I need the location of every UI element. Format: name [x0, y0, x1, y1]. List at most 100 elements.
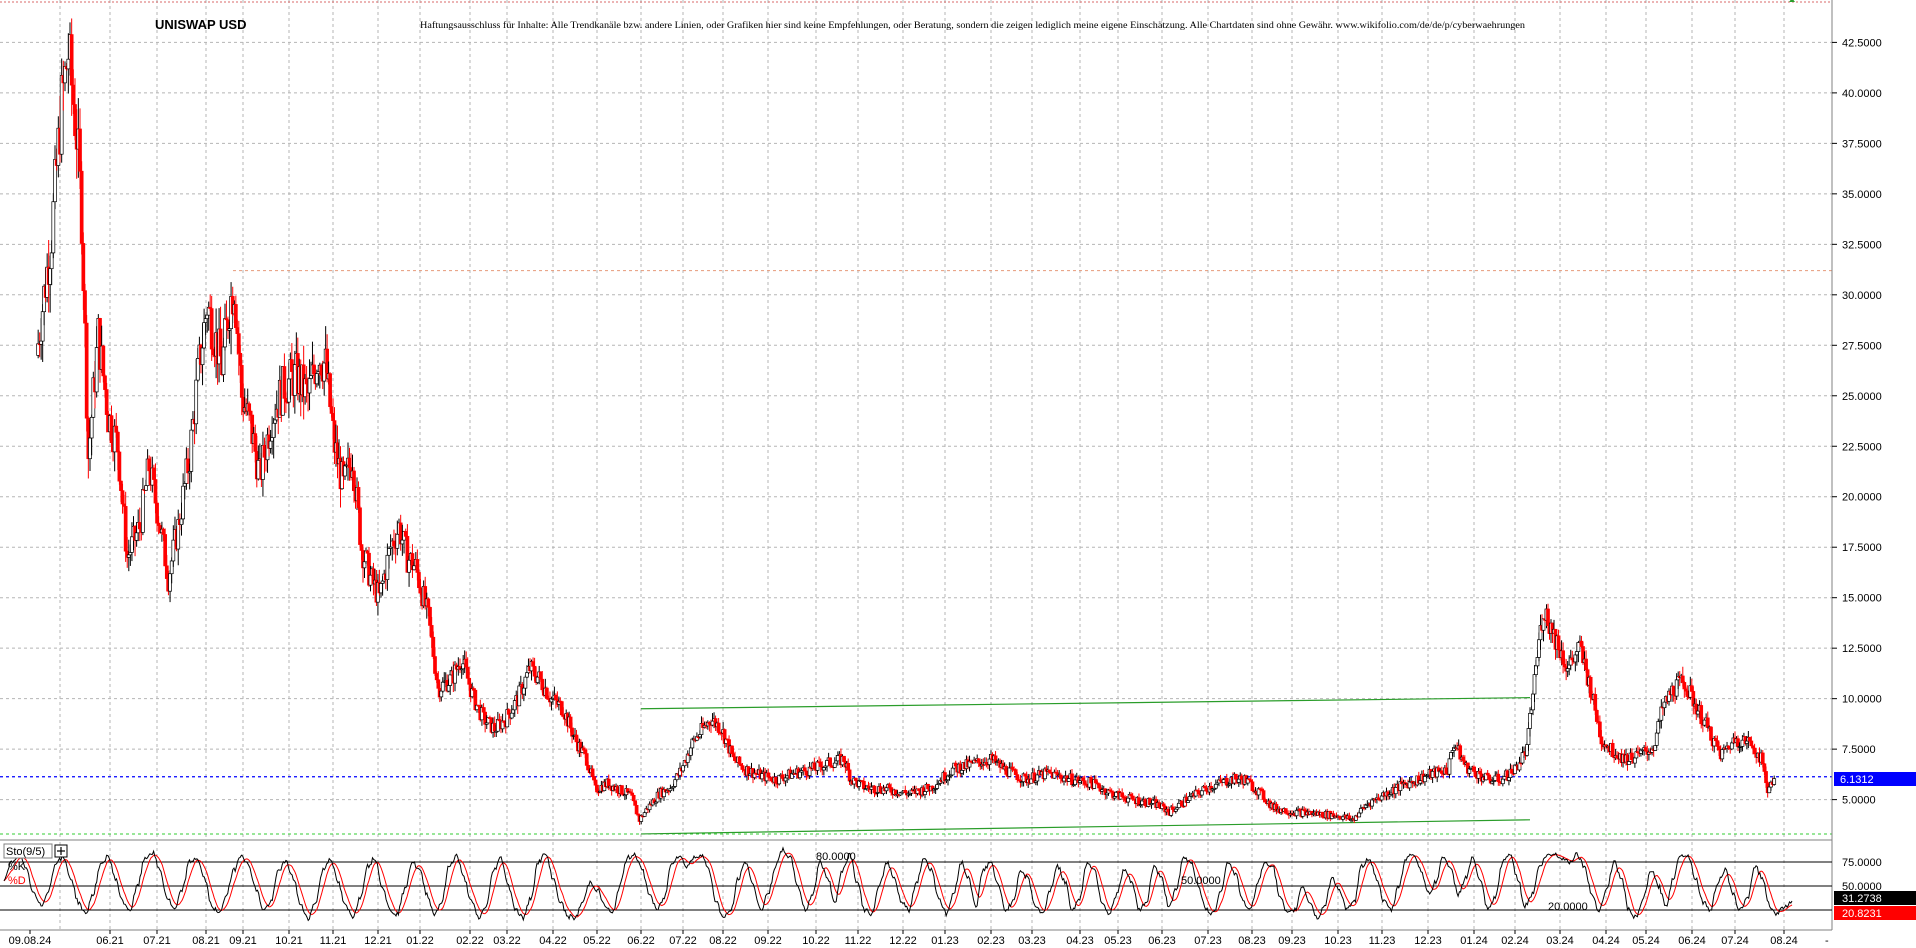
xtick-label: 12.23 [1414, 935, 1442, 947]
xtick-label: 02.24 [1501, 935, 1529, 947]
ytick-label: 25.0000 [1842, 391, 1882, 403]
ytick-label: 30.0000 [1842, 290, 1882, 302]
candle [707, 721, 712, 732]
ytick-label: 22.5000 [1842, 441, 1882, 453]
candle [903, 785, 908, 794]
d-series-name: %D [8, 875, 26, 887]
candle [126, 539, 131, 572]
xtick-label: 05.23 [1104, 935, 1132, 947]
stoch-level-80: 80.0000 [816, 851, 856, 863]
candle [822, 766, 826, 776]
xtick-label: 08.22 [709, 935, 737, 947]
xtick-label: 04.24 [1592, 935, 1620, 947]
xtick-label: 06.21 [96, 935, 124, 947]
stoch-level-20: 20.0000 [1548, 901, 1588, 913]
xaxis-end-marker: - [1825, 935, 1829, 947]
xtick-label: 03.23 [1018, 935, 1046, 947]
disclaimer-text: Haftungsausschluss für Inhalte: Alle Tre… [420, 20, 1525, 31]
xtick-label: 08.24 [1770, 935, 1798, 947]
candle [63, 61, 67, 92]
candle [825, 759, 829, 772]
price-chart-canvas: 5.0000 7.5000 10.0000 12.5000 15.0000 17.5000… [0, 0, 1916, 947]
xtick-label: 10.23 [1324, 935, 1352, 947]
candle [1020, 781, 1024, 787]
d-last-value: 20.8231 [1842, 908, 1882, 920]
stochastic-title: Sto(9/5) [6, 846, 45, 858]
time-axis: 09.08.24 06.21 07.21 08.21 09.21 10.21 11.21 12… [0, 929, 1832, 947]
xtick-label: 06.23 [1148, 935, 1176, 947]
stochastic-d-line [3, 852, 1793, 918]
candle [1752, 743, 1757, 755]
xtick-label: 06.24 [1678, 935, 1706, 947]
xtick-label: 07.21 [143, 935, 171, 947]
current-price-label: 6.1312 [1840, 774, 1874, 786]
xtick-label: 08.23 [1238, 935, 1266, 947]
xtick-label: 12.21 [364, 935, 392, 947]
price-axis: 5.0000 7.5000 10.0000 12.5000 15.0000 17.5000… [1831, 0, 1882, 930]
xtick-label: 05.22 [583, 935, 611, 947]
ytick-label: 37.5000 [1842, 138, 1882, 150]
top-right-marker [1789, 0, 1795, 2]
stoch-tick-75: 75.0000 [1842, 857, 1882, 869]
ytick-label: 5.0000 [1842, 795, 1876, 807]
xtick-label: 04.23 [1066, 935, 1094, 947]
candle [1358, 804, 1363, 815]
xtick-label: 11.23 [1369, 935, 1396, 947]
xtick-label: 07.24 [1721, 935, 1749, 947]
candle [894, 789, 898, 797]
candle [1720, 748, 1725, 763]
candle [492, 716, 497, 738]
candle [202, 308, 206, 350]
xtick-label: 11.21 [320, 935, 347, 947]
xtick-label: 01.22 [406, 935, 434, 947]
candle [84, 314, 89, 432]
candle [777, 774, 782, 786]
candle [1213, 779, 1218, 790]
candle [705, 720, 710, 730]
candle [1643, 741, 1648, 752]
candle [458, 658, 462, 674]
candle [862, 777, 866, 793]
xtick-label: 06.22 [627, 935, 655, 947]
xtick-label: 01.23 [931, 935, 959, 947]
ytick-label: 20.0000 [1842, 492, 1882, 504]
candle [137, 507, 142, 542]
ytick-label: 7.5000 [1842, 744, 1876, 756]
xtick-label: 02.23 [977, 935, 1005, 947]
candle [51, 193, 56, 259]
xtick-label: 09.08.24 [9, 935, 52, 947]
candle [647, 801, 652, 813]
ytick-label: 15.0000 [1842, 593, 1882, 605]
xtick-label: 02.22 [456, 935, 484, 947]
xtick-label: 05.24 [1632, 935, 1660, 947]
candle [379, 583, 383, 598]
candle [1647, 748, 1651, 761]
ytick-label: 40.0000 [1842, 88, 1882, 100]
candle [1274, 801, 1279, 815]
candle [398, 514, 403, 551]
xtick-label: 09.23 [1278, 935, 1306, 947]
candle [1082, 775, 1087, 789]
xtick-label: 03.24 [1546, 935, 1574, 947]
xtick-label: 07.22 [669, 935, 697, 947]
candle [495, 711, 500, 732]
candle [410, 544, 415, 579]
annotation-lines [0, 270, 1832, 835]
xtick-label: 09.21 [229, 935, 257, 947]
candle [163, 528, 168, 567]
candle [117, 450, 122, 485]
candle [1772, 775, 1777, 786]
candle [1702, 719, 1707, 727]
candle [392, 529, 396, 555]
xtick-label: 10.21 [275, 935, 303, 947]
candle [1052, 769, 1057, 779]
k-last-value: 31.2738 [1842, 893, 1882, 905]
ytick-label: 10.0000 [1842, 694, 1882, 706]
xtick-label: 11.22 [845, 935, 872, 947]
candle [1283, 808, 1288, 814]
candle [53, 145, 57, 210]
expand-indicator-button[interactable] [54, 844, 68, 858]
candle [802, 764, 807, 772]
ytick-label: 12.5000 [1842, 643, 1882, 655]
candle [229, 282, 233, 355]
